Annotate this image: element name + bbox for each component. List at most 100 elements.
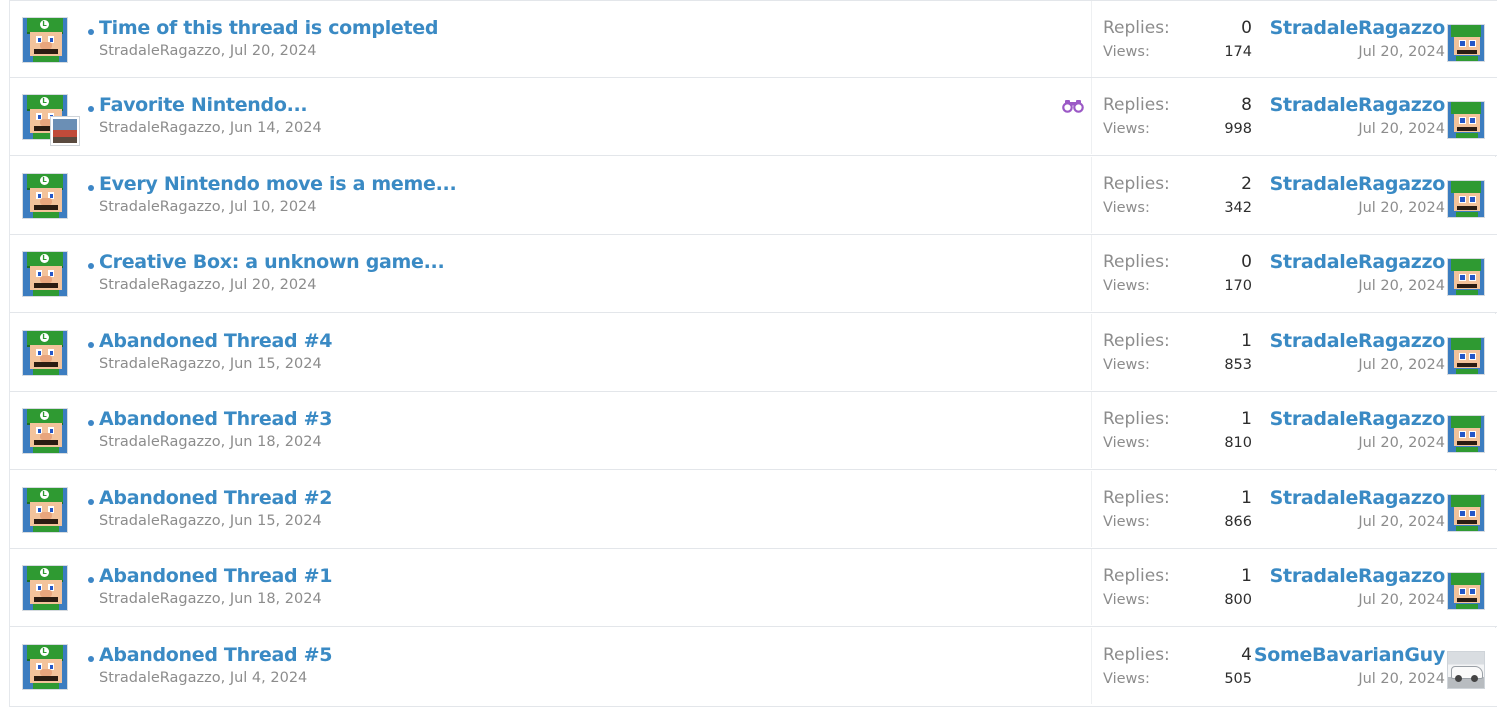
thread-title[interactable]: Creative Box: a unknown game... [99,251,445,273]
author-avatar[interactable]: L [22,644,68,690]
thread-title[interactable]: Abandoned Thread #4 [99,330,332,352]
meta-separator: , [220,43,226,59]
unread-indicator [88,420,94,426]
views-count: 342 [1224,200,1252,216]
views-label: Views: [1103,121,1150,137]
last-post-user[interactable]: StradaleRagazzo [1270,565,1446,587]
replies-count: 1 [1241,331,1252,351]
thread-list: L Time of this thread is completed Strad… [9,0,1497,707]
meta-separator: , [220,513,226,529]
last-post-avatar[interactable] [1447,180,1485,218]
last-post-user[interactable]: StradaleRagazzo [1270,408,1446,430]
last-post-avatar[interactable] [1447,572,1485,610]
last-post-user[interactable]: StradaleRagazzo [1270,17,1446,39]
thread-author[interactable]: StradaleRagazzo [99,513,221,529]
unread-indicator [88,656,94,662]
thread-row[interactable]: L Abandoned Thread #1 StradaleRagazzo, J… [10,549,1497,627]
thread-author[interactable]: StradaleRagazzo [99,356,221,372]
thread-author[interactable]: StradaleRagazzo [99,120,221,136]
replies-count: 1 [1241,488,1252,508]
views-count: 866 [1224,514,1252,530]
thread-author[interactable]: StradaleRagazzo [99,43,221,59]
thread-title[interactable]: Every Nintendo move is a meme... [99,173,457,195]
thread-meta: StradaleRagazzo, Jul 20, 2024 [99,43,317,59]
author-avatar[interactable]: L [22,487,68,533]
thread-start-date[interactable]: Jul 20, 2024 [230,43,317,59]
last-post-user[interactable]: StradaleRagazzo [1270,94,1446,116]
last-post-user[interactable]: SomeBavarianGuy [1254,644,1445,666]
thread-row[interactable]: L Abandoned Thread #2 StradaleRagazzo, J… [10,471,1497,549]
thread-title[interactable]: Abandoned Thread #3 [99,408,332,430]
last-post-date[interactable]: Jul 20, 2024 [1358,278,1445,294]
thread-author[interactable]: StradaleRagazzo [99,277,221,293]
last-post-avatar[interactable] [1447,101,1485,139]
thread-row[interactable]: L Time of this thread is completed Strad… [10,0,1497,78]
last-post-user[interactable]: StradaleRagazzo [1270,330,1446,352]
last-post-date[interactable]: Jul 20, 2024 [1358,44,1445,60]
replies-label: Replies: [1103,95,1170,115]
author-avatar[interactable]: L [22,408,68,454]
thread-author[interactable]: StradaleRagazzo [99,199,221,215]
thread-stats: Replies: 1 Views: 810 [1091,392,1252,468]
binoculars-icon [1062,100,1084,113]
thread-row[interactable]: L Abandoned Thread #5 StradaleRagazzo, J… [10,628,1497,707]
unread-indicator [88,577,94,583]
last-post-date[interactable]: Jul 20, 2024 [1358,200,1445,216]
thread-stats: Replies: 4 Views: 505 [1091,628,1252,704]
last-post-user[interactable]: StradaleRagazzo [1270,173,1446,195]
author-avatar[interactable]: L [22,173,68,219]
thread-row[interactable]: L Abandoned Thread #4 StradaleRagazzo, J… [10,314,1497,392]
last-post-user[interactable]: StradaleRagazzo [1270,487,1446,509]
thread-start-date[interactable]: Jun 15, 2024 [230,513,322,529]
thread-start-date[interactable]: Jun 14, 2024 [230,120,322,136]
last-post-avatar[interactable] [1447,651,1485,689]
last-post-avatar[interactable] [1447,258,1485,296]
thread-start-date[interactable]: Jun 18, 2024 [230,591,322,607]
views-count: 810 [1224,435,1252,451]
author-avatar[interactable]: L [22,251,68,297]
thread-author[interactable]: StradaleRagazzo [99,434,221,450]
thread-row[interactable]: L Abandoned Thread #3 StradaleRagazzo, J… [10,392,1497,470]
author-avatar[interactable]: L [22,17,68,63]
thread-start-date[interactable]: Jul 20, 2024 [230,277,317,293]
thread-title[interactable]: Abandoned Thread #5 [99,644,332,666]
last-post-date[interactable]: Jul 20, 2024 [1358,357,1445,373]
last-post-avatar[interactable] [1447,337,1485,375]
thread-author[interactable]: StradaleRagazzo [99,670,221,686]
last-post-date[interactable]: Jul 20, 2024 [1358,671,1445,687]
thread-title[interactable]: Time of this thread is completed [99,17,438,39]
thread-row[interactable]: L Creative Box: a unknown game... Strada… [10,235,1497,313]
author-avatar[interactable]: L [22,565,68,611]
thread-meta: StradaleRagazzo, Jul 20, 2024 [99,277,317,293]
last-post-date[interactable]: Jul 20, 2024 [1358,435,1445,451]
views-count: 853 [1224,357,1252,373]
thread-row[interactable]: L Every Nintendo move is a meme... Strad… [10,157,1497,235]
thread-meta: StradaleRagazzo, Jun 18, 2024 [99,434,322,450]
thread-title[interactable]: Abandoned Thread #1 [99,565,332,587]
thread-meta: StradaleRagazzo, Jun 15, 2024 [99,513,322,529]
author-avatar[interactable]: L [22,330,68,376]
thread-start-date[interactable]: Jun 18, 2024 [230,434,322,450]
last-post-date[interactable]: Jul 20, 2024 [1358,514,1445,530]
last-post-date[interactable]: Jul 20, 2024 [1358,121,1445,137]
thread-start-date[interactable]: Jul 4, 2024 [230,670,307,686]
last-post-avatar[interactable] [1447,494,1485,532]
thread-title[interactable]: Favorite Nintendo... [99,94,308,116]
views-count: 800 [1224,592,1252,608]
last-post-date[interactable]: Jul 20, 2024 [1358,592,1445,608]
thread-meta: StradaleRagazzo, Jul 10, 2024 [99,199,317,215]
views-label: Views: [1103,200,1150,216]
meta-separator: , [220,434,226,450]
thread-row[interactable]: L Favorite Nintendo... StradaleRagazzo, … [10,78,1497,156]
replies-count: 2 [1241,174,1252,194]
thread-start-date[interactable]: Jun 15, 2024 [230,356,322,372]
last-poster-mini-avatar[interactable] [51,117,79,145]
replies-count: 1 [1241,566,1252,586]
last-post-user[interactable]: StradaleRagazzo [1270,251,1446,273]
thread-start-date[interactable]: Jul 10, 2024 [230,199,317,215]
thread-author[interactable]: StradaleRagazzo [99,591,221,607]
last-post-avatar[interactable] [1447,415,1485,453]
views-label: Views: [1103,435,1150,451]
thread-title[interactable]: Abandoned Thread #2 [99,487,332,509]
last-post-avatar[interactable] [1447,24,1485,62]
